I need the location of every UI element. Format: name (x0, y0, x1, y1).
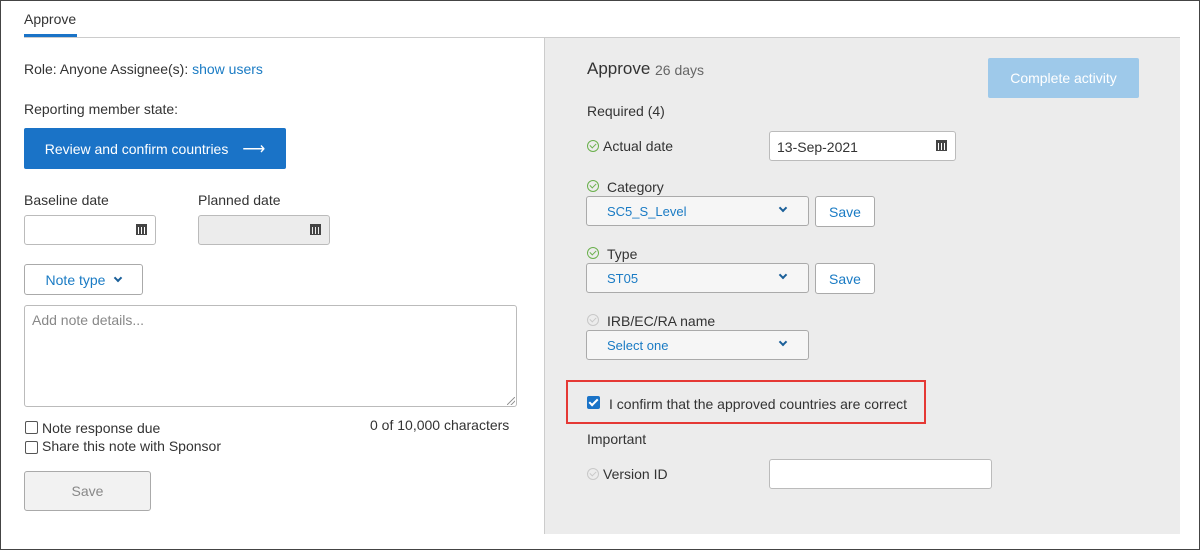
complete-activity-button: Complete activity (988, 58, 1139, 98)
save-note-button: Save (24, 471, 151, 511)
category-save-button[interactable]: Save (815, 196, 875, 227)
check-circle-icon (587, 247, 599, 259)
calendar-icon[interactable] (136, 223, 147, 235)
check-circle-icon (587, 140, 599, 152)
panel-title: Approve (587, 59, 651, 78)
calendar-icon[interactable] (936, 139, 947, 151)
confirm-countries-checkbox[interactable] (587, 396, 600, 409)
planned-date-input (198, 215, 330, 245)
version-id-label: Version ID (603, 466, 668, 482)
category-label: Category (607, 179, 664, 195)
days-count: 26 days (655, 62, 705, 78)
actual-date-input[interactable]: 13-Sep-2021 (769, 131, 956, 161)
review-confirm-countries-button[interactable]: Review and confirm countries ⟶ (24, 128, 286, 169)
confirm-countries-label: I confirm that the approved countries ar… (609, 396, 908, 412)
chevron-down-icon (778, 203, 788, 213)
chevron-down-icon (114, 273, 123, 283)
tab-approve[interactable]: Approve (24, 11, 76, 27)
version-id-input[interactable] (769, 459, 992, 489)
irb-name-label: IRB/EC/RA name (607, 313, 716, 329)
chevron-down-icon (778, 337, 788, 347)
check-circle-icon (587, 314, 599, 326)
show-users-link[interactable]: show users (192, 61, 263, 77)
type-select[interactable]: ST05 (586, 263, 809, 293)
check-circle-icon (587, 180, 599, 192)
review-button-label: Review and confirm countries (44, 140, 229, 157)
note-type-dropdown[interactable]: Note type (24, 264, 143, 295)
type-value: ST05 (607, 270, 639, 286)
actual-date-value: 13-Sep-2021 (777, 139, 858, 155)
note-response-due-label: Note response due (42, 420, 161, 436)
irb-name-value: Select one (607, 337, 669, 353)
check-circle-icon (587, 468, 599, 480)
reporting-member-state-label: Reporting member state: (24, 101, 179, 117)
type-save-button[interactable]: Save (815, 263, 875, 294)
type-label: Type (607, 246, 638, 262)
share-with-sponsor-label: Share this note with Sponsor (42, 438, 221, 454)
calendar-icon (310, 223, 321, 235)
role-line: Role: Anyone Assignee(s): show users (24, 61, 263, 77)
actual-date-label: Actual date (603, 138, 674, 154)
category-select[interactable]: SC5_S_Level (586, 196, 809, 226)
share-with-sponsor-checkbox[interactable] (25, 441, 38, 454)
note-response-due-checkbox[interactable] (25, 421, 38, 434)
role-text: Role: Anyone Assignee(s): (24, 61, 189, 77)
resize-grip-icon[interactable] (507, 397, 515, 405)
important-label: Important (587, 431, 647, 447)
required-label: Required (4) (587, 103, 665, 119)
chevron-down-icon (778, 270, 788, 280)
baseline-date-input[interactable] (24, 215, 156, 245)
note-details-textarea[interactable] (24, 305, 517, 407)
planned-date-label: Planned date (198, 192, 281, 208)
note-type-label: Note type (45, 271, 106, 288)
character-count: 0 of 10,000 characters (370, 417, 510, 433)
baseline-date-label: Baseline date (24, 192, 109, 208)
arrow-right-icon: ⟶ (242, 140, 266, 158)
irb-name-select[interactable]: Select one (586, 330, 809, 360)
category-value: SC5_S_Level (607, 203, 687, 219)
